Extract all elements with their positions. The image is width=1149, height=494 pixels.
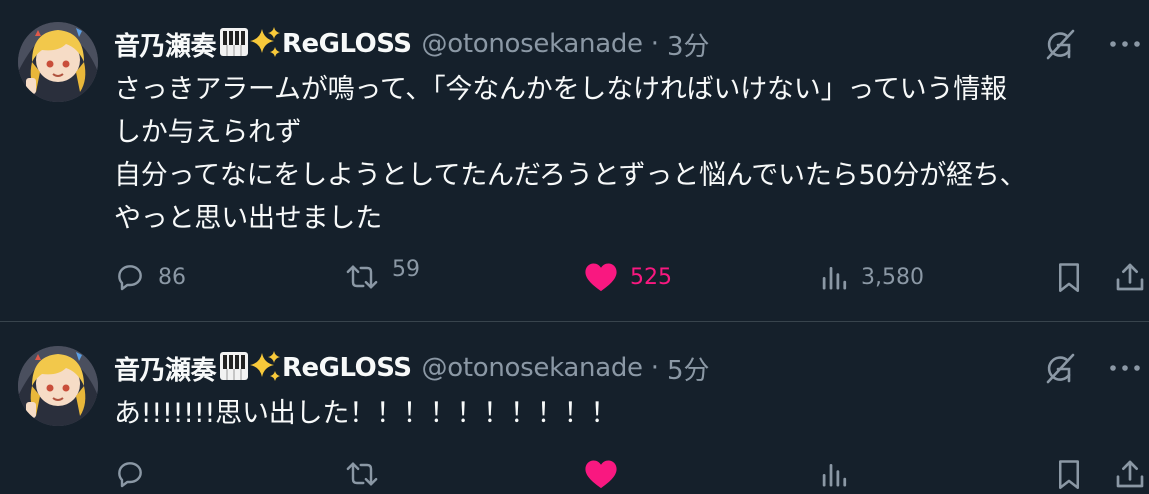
user-handle[interactable]: @otonosekanade <box>422 353 643 383</box>
bookmark-icon <box>1054 457 1084 491</box>
tweet-actions <box>114 454 1149 494</box>
avatar[interactable] <box>18 346 98 426</box>
avatar[interactable] <box>18 22 98 102</box>
grok-icon[interactable] <box>1043 351 1077 385</box>
views-icon <box>819 458 849 490</box>
views-button[interactable]: 3,580 <box>819 257 924 297</box>
user-handle[interactable]: @otonosekanade <box>422 29 643 59</box>
musical-keyboard-icon <box>219 27 249 60</box>
views-count: 3,580 <box>861 264 924 290</box>
bookmark-button[interactable] <box>1054 454 1084 494</box>
like-button[interactable]: 525 <box>584 257 672 297</box>
retweet-icon <box>344 261 380 293</box>
tweet-text: さっきアラームが鳴って、「今なんかをしなければいけない」っていう情報 しか与えら… <box>114 74 1027 234</box>
heart-icon <box>584 458 618 490</box>
timestamp[interactable]: 5分 <box>667 350 710 387</box>
separator: · <box>650 353 659 383</box>
display-name[interactable]: 音乃瀬奏 <box>114 26 217 63</box>
tweet-text: あ!!!!!!!思い出した！！！！！！！！！！ <box>114 398 618 429</box>
heart-icon <box>584 261 618 293</box>
display-name-group[interactable]: ReGLOSS <box>282 353 412 383</box>
reply-icon <box>114 261 146 293</box>
musical-keyboard-icon <box>219 351 249 384</box>
views-button[interactable] <box>819 454 849 494</box>
display-name-group[interactable]: ReGLOSS <box>282 29 412 59</box>
bookmark-icon <box>1054 260 1084 294</box>
tweet-actions: 86 59 525 3,580 <box>114 257 1149 297</box>
display-name[interactable]: 音乃瀬奏 <box>114 350 217 387</box>
tweet[interactable]: 音乃瀬奏 ReGLOSS @otonosekanade · 5分 あ!!!!!!… <box>0 322 1149 489</box>
share-icon <box>1114 261 1146 293</box>
tweet-header: 音乃瀬奏 ReGLOSS @otonosekanade · 5分 <box>114 348 710 388</box>
share-button[interactable] <box>1114 257 1146 297</box>
timestamp[interactable]: 3分 <box>667 26 710 63</box>
grok-icon[interactable] <box>1043 27 1077 61</box>
reply-button[interactable]: 86 <box>114 257 186 297</box>
share-button[interactable] <box>1114 454 1146 494</box>
more-icon[interactable] <box>1107 34 1143 54</box>
tweet[interactable]: 音乃瀬奏 ReGLOSS @otonosekanade · 3分 さっきアラーム… <box>0 0 1149 322</box>
views-icon <box>819 261 849 293</box>
retweet-button[interactable] <box>344 454 380 494</box>
reply-count: 86 <box>158 264 186 290</box>
bookmark-button[interactable] <box>1054 257 1084 297</box>
tweet-header: 音乃瀬奏 ReGLOSS @otonosekanade · 3分 <box>114 24 710 64</box>
retweet-count: 59 <box>392 256 420 282</box>
retweet-icon <box>344 458 380 490</box>
reply-button[interactable] <box>114 454 146 494</box>
more-icon[interactable] <box>1107 358 1143 378</box>
retweet-button[interactable]: 59 <box>344 257 420 297</box>
separator: · <box>650 29 659 59</box>
like-count: 525 <box>630 264 672 290</box>
like-button[interactable] <box>584 454 618 494</box>
sparkles-icon <box>250 351 281 385</box>
reply-icon <box>114 458 146 490</box>
share-icon <box>1114 458 1146 490</box>
sparkles-icon <box>250 27 281 61</box>
